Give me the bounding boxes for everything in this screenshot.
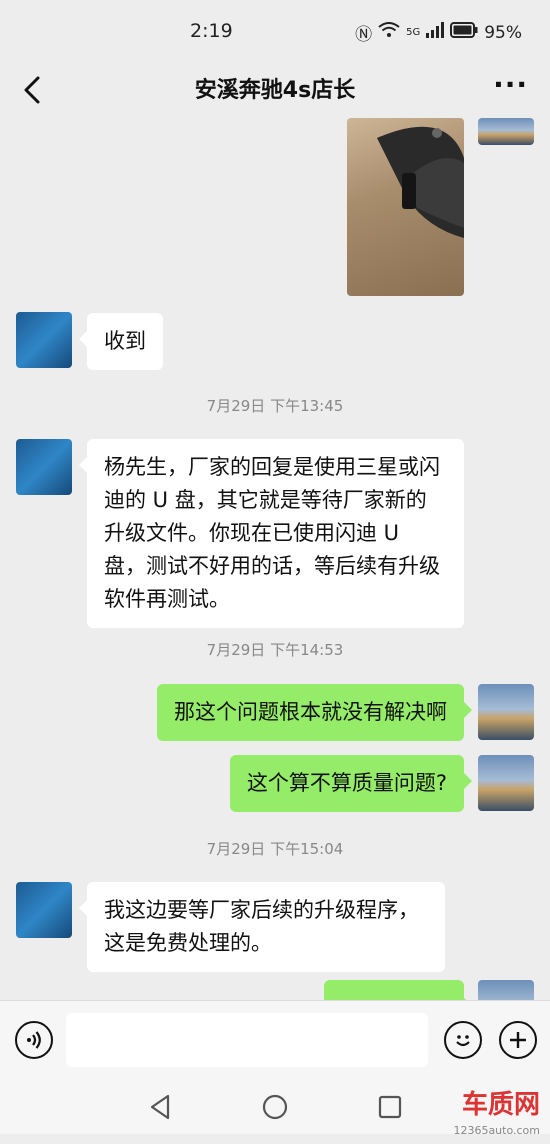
emoji-icon <box>456 1035 470 1047</box>
message-list[interactable]: 收到 7月29日 下午13:45 杨先生，厂家的回复是使用三星或闪迪的 U 盘，… <box>0 118 550 1000</box>
avatar-me[interactable] <box>478 684 534 740</box>
status-time: 2:19 <box>190 20 233 42</box>
nav-recents-icon[interactable] <box>378 1095 402 1119</box>
emoji-button[interactable] <box>444 1021 482 1059</box>
chat-header: 安溪奔驰4s店长 ··· <box>0 62 550 118</box>
wifi-icon <box>378 22 400 43</box>
watermark: 车质网 12365auto.com <box>453 1092 540 1144</box>
message-bubble-sent[interactable]: 那这个问题根本就没有解决啊 <box>157 684 472 741</box>
avatar-me[interactable] <box>478 118 534 145</box>
voice-icon <box>27 1031 41 1049</box>
message-bubble-sent-partial[interactable] <box>324 980 472 1000</box>
avatar-contact[interactable] <box>16 439 72 495</box>
voice-input-button[interactable] <box>15 1021 53 1059</box>
nav-home-icon[interactable] <box>262 1094 288 1120</box>
signal-icon <box>426 22 445 43</box>
chat-title: 安溪奔驰4s店长 <box>194 78 356 103</box>
watermark-brand: 车质网 <box>461 1090 540 1120</box>
status-bar: 2:19 Ⓝ 5G 95% <box>0 0 550 62</box>
image-message[interactable] <box>347 118 464 296</box>
battery-level: 95% <box>484 22 522 43</box>
network-type: 5G <box>406 27 421 38</box>
message-input[interactable] <box>66 1013 428 1067</box>
battery-icon <box>450 22 478 43</box>
timestamp: 7月29日 下午15:04 <box>206 840 344 858</box>
message-bubble-received[interactable]: 我这边要等厂家后续的升级程序，这是免费处理的。 <box>79 882 445 972</box>
avatar-contact[interactable] <box>16 882 72 938</box>
timestamp: 7月29日 下午14:53 <box>206 641 344 659</box>
input-bar <box>0 1000 550 1079</box>
avatar-me[interactable] <box>478 980 534 1000</box>
avatar-me[interactable] <box>478 755 534 811</box>
status-icons: Ⓝ 5G 95% <box>355 20 522 45</box>
message-bubble-received[interactable]: 收到 <box>79 313 163 370</box>
nav-back-icon[interactable] <box>148 1094 172 1120</box>
more-functions-button[interactable] <box>499 1021 537 1059</box>
plus-icon <box>510 1032 526 1048</box>
steering-wheel-photo <box>377 126 464 238</box>
watermark-url: 12365auto.com <box>453 1124 540 1137</box>
more-options-button[interactable]: ··· <box>493 68 528 101</box>
avatar-contact[interactable] <box>16 312 72 368</box>
timestamp: 7月29日 下午13:45 <box>206 397 344 415</box>
nfc-icon: Ⓝ <box>355 25 373 45</box>
message-bubble-sent[interactable]: 这个算不算质量问题? <box>229 755 473 812</box>
message-bubble-received[interactable]: 杨先生，厂家的回复是使用三星或闪迪的 U 盘，其它就是等待厂家新的升级文件。你现… <box>79 439 464 628</box>
